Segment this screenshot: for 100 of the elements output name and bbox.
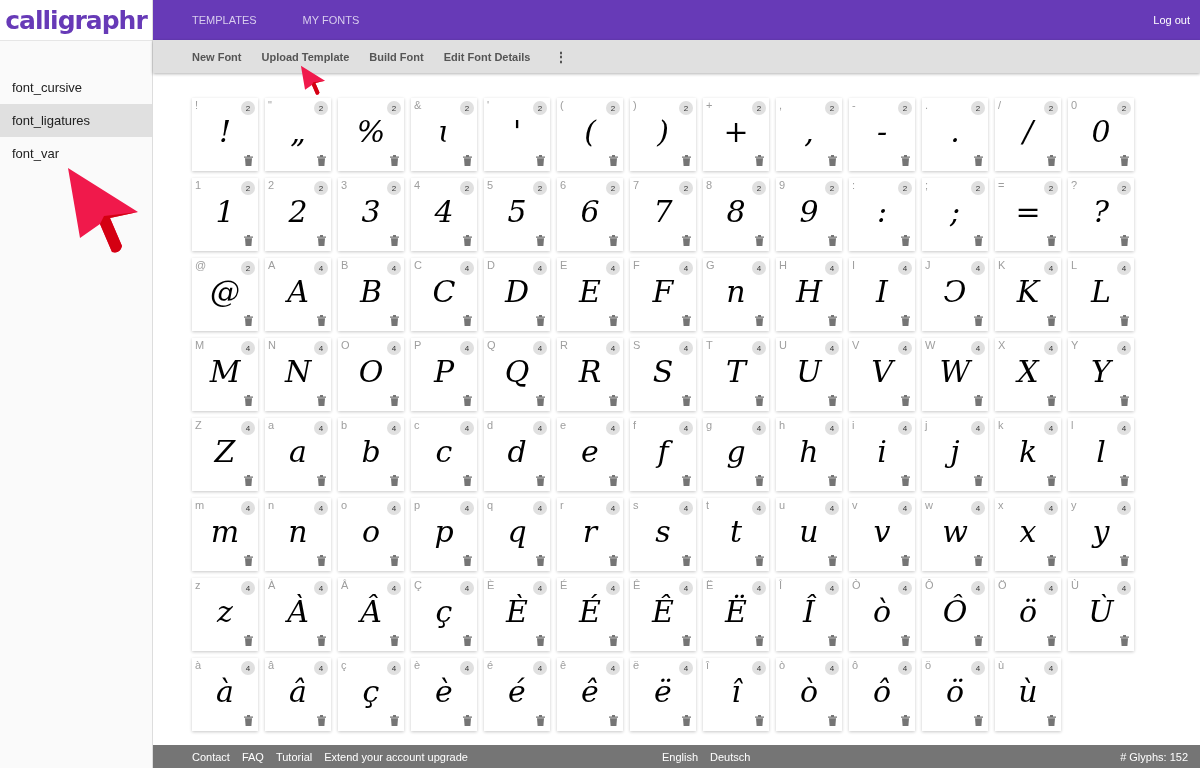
glyph-card[interactable]: e 4 e [557, 418, 623, 491]
trash-icon[interactable] [755, 315, 764, 326]
glyph-card[interactable]: F 4 F [630, 258, 696, 331]
glyph-card[interactable]: 6 2 6 [557, 178, 623, 251]
trash-icon[interactable] [463, 635, 472, 646]
trash-icon[interactable] [390, 555, 399, 566]
trash-icon[interactable] [828, 395, 837, 406]
glyph-card[interactable]: Ù 4 Ù [1068, 578, 1134, 651]
glyph-card[interactable]: b 4 b [338, 418, 404, 491]
trash-icon[interactable] [1120, 395, 1129, 406]
glyph-card[interactable]: g 4 g [703, 418, 769, 491]
trash-icon[interactable] [463, 715, 472, 726]
glyph-card[interactable]: î 4 î [703, 658, 769, 731]
trash-icon[interactable] [609, 235, 618, 246]
trash-icon[interactable] [974, 315, 983, 326]
glyph-card[interactable]: r 4 r [557, 498, 623, 571]
glyph-card[interactable]: y 4 y [1068, 498, 1134, 571]
glyph-card[interactable]: è 4 è [411, 658, 477, 731]
trash-icon[interactable] [317, 635, 326, 646]
glyph-card[interactable]: z 4 z [192, 578, 258, 651]
trash-icon[interactable] [536, 475, 545, 486]
nav-link[interactable]: TEMPLATES [192, 14, 257, 26]
glyph-card[interactable]: H 4 H [776, 258, 842, 331]
glyph-card[interactable]: 9 2 9 [776, 178, 842, 251]
glyph-card[interactable]: G 4 n [703, 258, 769, 331]
trash-icon[interactable] [974, 635, 983, 646]
glyph-card[interactable]: a 4 a [265, 418, 331, 491]
glyph-card[interactable]: x 4 x [995, 498, 1061, 571]
trash-icon[interactable] [974, 715, 983, 726]
glyph-card[interactable]: 2 2 2 [265, 178, 331, 251]
trash-icon[interactable] [755, 475, 764, 486]
trash-icon[interactable] [974, 395, 983, 406]
glyph-card[interactable]: + 2 + [703, 98, 769, 171]
glyph-card[interactable]: É 4 É [557, 578, 623, 651]
glyph-card[interactable]: Ô 4 Ô [922, 578, 988, 651]
glyph-card[interactable]: M 4 M [192, 338, 258, 411]
trash-icon[interactable] [974, 235, 983, 246]
glyph-card[interactable]: - 2 - [849, 98, 915, 171]
glyph-card[interactable]: Î 4 Î [776, 578, 842, 651]
font-list-item[interactable]: font_var [0, 137, 152, 170]
trash-icon[interactable] [244, 155, 253, 166]
trash-icon[interactable] [901, 715, 910, 726]
glyph-card[interactable]: Ò 4 ò [849, 578, 915, 651]
glyph-card[interactable]: O 4 O [338, 338, 404, 411]
trash-icon[interactable] [974, 155, 983, 166]
glyph-card[interactable]: ò 4 ò [776, 658, 842, 731]
trash-icon[interactable] [682, 555, 691, 566]
trash-icon[interactable] [609, 555, 618, 566]
trash-icon[interactable] [536, 715, 545, 726]
trash-icon[interactable] [317, 315, 326, 326]
trash-icon[interactable] [901, 155, 910, 166]
trash-icon[interactable] [828, 155, 837, 166]
glyph-card[interactable]: i 4 i [849, 418, 915, 491]
trash-icon[interactable] [536, 155, 545, 166]
glyph-card[interactable]: ç 4 ç [338, 658, 404, 731]
glyph-card[interactable]: d 4 d [484, 418, 550, 491]
glyph-card[interactable]: : 2 : [849, 178, 915, 251]
trash-icon[interactable] [463, 315, 472, 326]
glyph-card[interactable]: p 4 p [411, 498, 477, 571]
glyph-card[interactable]: ë 4 ë [630, 658, 696, 731]
trash-icon[interactable] [390, 235, 399, 246]
trash-icon[interactable] [317, 395, 326, 406]
trash-icon[interactable] [755, 715, 764, 726]
trash-icon[interactable] [1120, 555, 1129, 566]
trash-icon[interactable] [755, 235, 764, 246]
trash-icon[interactable] [755, 155, 764, 166]
glyph-card[interactable]: é 4 é [484, 658, 550, 731]
trash-icon[interactable] [244, 235, 253, 246]
font-list-item[interactable]: font_cursive [0, 71, 152, 104]
toolbar-button[interactable]: New Font [192, 50, 242, 63]
glyph-card[interactable]: ê 4 ê [557, 658, 623, 731]
glyph-card[interactable]: C 4 C [411, 258, 477, 331]
glyph-card[interactable]: Y 4 Y [1068, 338, 1134, 411]
language-link[interactable]: English [661, 750, 698, 763]
glyph-card[interactable]: = 2 = [995, 178, 1061, 251]
trash-icon[interactable] [390, 155, 399, 166]
glyph-card[interactable]: Z 4 Z [192, 418, 258, 491]
trash-icon[interactable] [536, 395, 545, 406]
trash-icon[interactable] [1047, 715, 1056, 726]
trash-icon[interactable] [974, 475, 983, 486]
glyph-card[interactable]: , 2 , [776, 98, 842, 171]
trash-icon[interactable] [682, 395, 691, 406]
glyph-card[interactable]: W 4 W [922, 338, 988, 411]
trash-icon[interactable] [1047, 315, 1056, 326]
more-menu-button[interactable]: ⋮ [550, 48, 573, 65]
trash-icon[interactable] [828, 475, 837, 486]
trash-icon[interactable] [682, 715, 691, 726]
glyph-card[interactable]: ) 2 ) [630, 98, 696, 171]
glyph-card[interactable]: l 4 l [1068, 418, 1134, 491]
trash-icon[interactable] [1120, 635, 1129, 646]
trash-icon[interactable] [390, 475, 399, 486]
glyph-card[interactable]: V 4 V [849, 338, 915, 411]
trash-icon[interactable] [317, 235, 326, 246]
trash-icon[interactable] [244, 555, 253, 566]
trash-icon[interactable] [901, 315, 910, 326]
trash-icon[interactable] [755, 555, 764, 566]
trash-icon[interactable] [244, 395, 253, 406]
glyph-card[interactable]: @ 2 @ [192, 258, 258, 331]
trash-icon[interactable] [682, 635, 691, 646]
trash-icon[interactable] [828, 235, 837, 246]
